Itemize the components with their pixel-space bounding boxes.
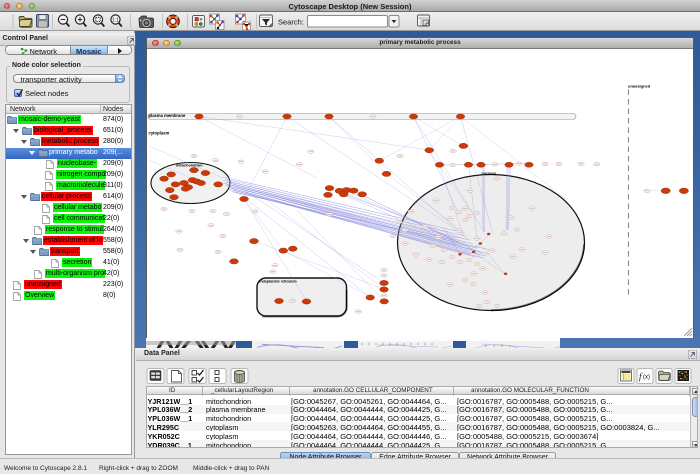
svg-text:unassigned: unassigned — [628, 83, 651, 88]
svg-text:mitochondrion: mitochondrion — [176, 163, 203, 167]
svg-text:Search:: Search: — [278, 18, 304, 27]
svg-text:(x): (x) — [643, 374, 650, 380]
svg-text:cytoplasm: cytoplasm — [149, 130, 170, 135]
svg-text:1:1: 1:1 — [112, 18, 119, 24]
svg-text:plasma membrane: plasma membrane — [149, 113, 186, 118]
svg-text:endoplasmic reticulum: endoplasmic reticulum — [259, 279, 297, 283]
svg-text:nucleus: nucleus — [482, 170, 497, 175]
